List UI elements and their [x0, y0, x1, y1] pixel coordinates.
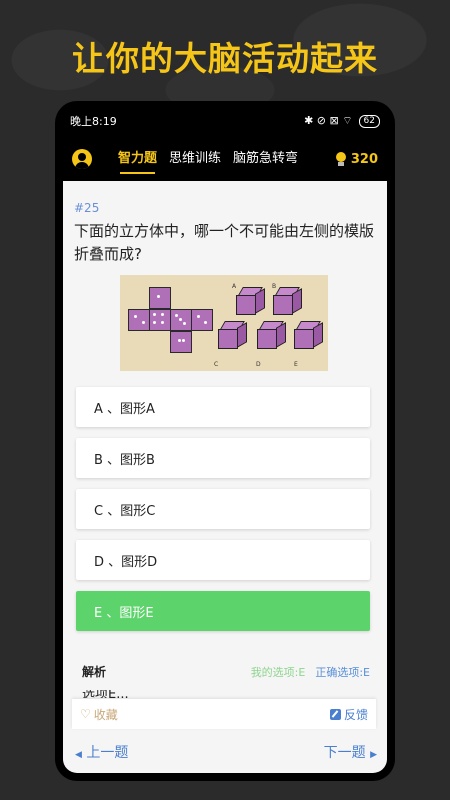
tab-thinking[interactable]: 思维训练	[169, 147, 221, 172]
question-text: 下面的立方体中，哪一个不可能由左侧的模版折叠而成?	[74, 222, 375, 263]
label-b: B	[272, 283, 277, 290]
feedback-button[interactable]: 反馈	[329, 706, 368, 723]
correct-choice: 正确选项:E	[315, 665, 370, 679]
option-a[interactable]: A 、图形A	[76, 387, 370, 427]
chevron-right-icon: ▶	[370, 750, 377, 760]
pager: ◀ 上一题 下一题 ▶	[75, 742, 377, 762]
coin-count: 320	[350, 151, 378, 167]
label-a: A	[232, 283, 237, 290]
battery-icon: 62	[358, 114, 380, 128]
next-label: 下一题	[323, 745, 366, 761]
label-c: C	[214, 361, 219, 368]
top-nav: 智力题 思维训练 脑筋急转弯 320	[62, 140, 388, 178]
promo-headline: 让你的大脑活动起来	[72, 39, 378, 78]
category-tabs: 智力题 思维训练 脑筋急转弯	[118, 147, 298, 174]
prev-button[interactable]: ◀ 上一题	[75, 742, 128, 762]
lightbulb-icon	[335, 152, 347, 166]
edit-icon	[329, 708, 341, 720]
favorite-label: 收藏	[93, 707, 118, 722]
analysis-text: 选项E...	[82, 690, 372, 698]
tab-riddles[interactable]: 脑筋急转弯	[233, 147, 298, 172]
coin-balance[interactable]: 320	[335, 152, 378, 167]
chevron-left-icon: ◀	[75, 750, 82, 760]
favorite-button[interactable]: ♡ 收藏	[80, 706, 118, 723]
analysis-label: 解析	[82, 665, 107, 679]
user-avatar-icon[interactable]	[72, 149, 92, 169]
label-e: E	[294, 361, 298, 368]
option-e[interactable]: E 、图形E	[76, 591, 370, 631]
analysis-header: 解析 我的选项:E 正确选项:E	[82, 663, 370, 680]
status-time: 晚上8:19	[70, 115, 117, 128]
prev-label: 上一题	[86, 745, 129, 761]
tab-puzzles[interactable]: 智力题	[118, 147, 157, 174]
status-symbols: ✱ ⊘ ⊠ ⌔	[304, 114, 353, 127]
question-card: #25 下面的立方体中，哪一个不可能由左侧的模版折叠而成? A B C D E …	[63, 181, 387, 773]
my-choice: 我的选项:E	[250, 665, 306, 679]
next-button[interactable]: 下一题 ▶	[324, 742, 377, 762]
heart-icon: ♡	[80, 707, 91, 721]
label-d: D	[256, 361, 261, 368]
option-b[interactable]: B 、图形B	[76, 438, 370, 478]
option-c[interactable]: C 、图形C	[76, 489, 370, 529]
cube-net-figure: A B C D E	[120, 275, 328, 371]
status-icons: ✱ ⊘ ⊠ ⌔ 62	[304, 114, 380, 128]
status-bar: 晚上8:19 ✱ ⊘ ⊠ ⌔ 62	[70, 110, 380, 132]
question-number: #25	[74, 201, 100, 215]
option-d[interactable]: D 、图形D	[76, 540, 370, 580]
feedback-label: 反馈	[343, 707, 368, 722]
analysis-text-content: 选项E...	[82, 690, 129, 698]
action-bar: ♡ 收藏 反馈	[72, 699, 376, 729]
